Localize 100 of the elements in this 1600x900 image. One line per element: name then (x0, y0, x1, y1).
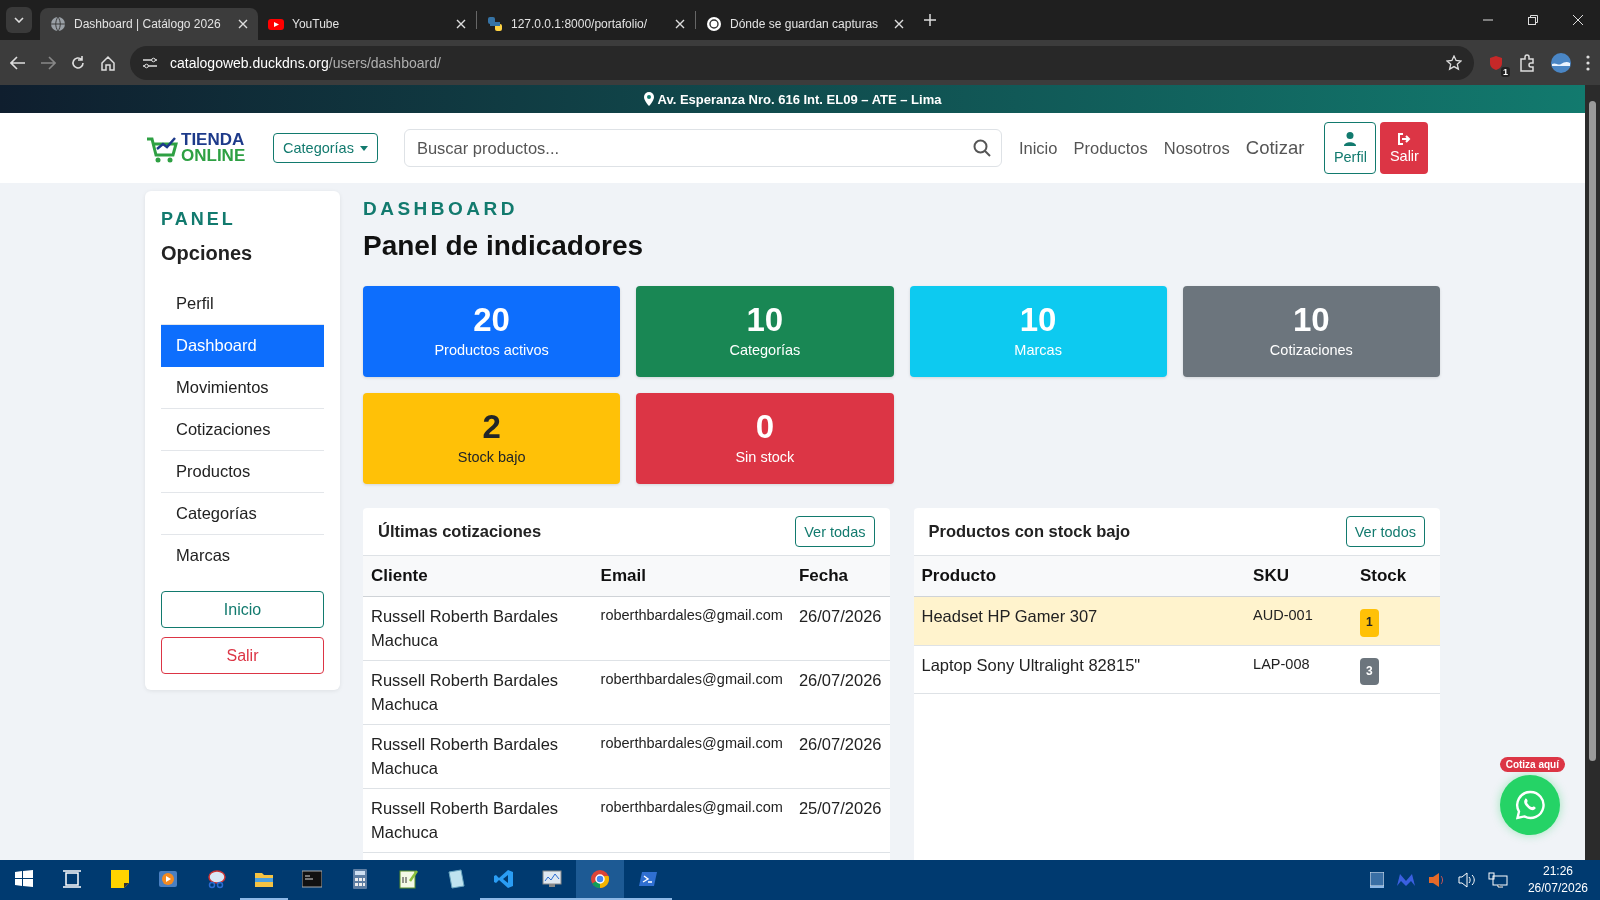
column-header: Email (592, 556, 791, 597)
play-icon (158, 869, 178, 889)
scrollbar[interactable] (1585, 85, 1600, 860)
stat-label: Categorías (729, 341, 801, 358)
sidebar-item[interactable]: Cotizaciones (161, 409, 324, 451)
puzzle-icon[interactable] (1518, 53, 1536, 72)
logout-button[interactable]: Salir (1380, 122, 1429, 174)
logout-button[interactable]: Salir (161, 637, 324, 674)
windows-icon (14, 869, 34, 889)
sidebar-item[interactable]: Productos (161, 451, 324, 493)
stat-label: Sin stock (735, 448, 795, 465)
speaker-icon[interactable] (1427, 872, 1446, 888)
view-all-button[interactable]: Ver todas (795, 516, 875, 547)
table-cell: roberthbardales@gmail.com (592, 788, 791, 853)
table-cell: Russell Roberth Bardales Machuca (363, 596, 593, 661)
globe-icon (50, 16, 66, 32)
close-icon[interactable] (894, 19, 904, 29)
calculator-icon (350, 869, 370, 889)
forward-icon[interactable] (40, 55, 56, 70)
extension-badge: 1 (1501, 66, 1510, 77)
profile-button[interactable]: Perfil (1324, 122, 1377, 174)
stat-value: 2 (482, 408, 501, 445)
stat-label: Stock bajo (457, 448, 526, 465)
note-icon (110, 869, 130, 889)
python-icon (487, 16, 503, 32)
back-icon[interactable] (10, 55, 26, 70)
stat-value: 0 (755, 408, 775, 445)
table-cell: AUD-001 (1245, 596, 1352, 645)
table-cell: roberthbardales@gmail.com (592, 596, 791, 661)
home-button[interactable]: Inicio (161, 591, 324, 628)
close-icon[interactable] (675, 19, 685, 29)
quote-badge: Cotiza aquí (1499, 757, 1565, 772)
stock-badge: 1 (1359, 609, 1379, 637)
search-field[interactable]: Buscar productos... (403, 129, 1002, 167)
nav-link[interactable]: Nosotros (1163, 138, 1230, 158)
task-view-icon (62, 869, 82, 889)
column-header: Fecha (790, 556, 890, 597)
close-icon[interactable] (1572, 15, 1583, 25)
star-icon[interactable] (1446, 54, 1462, 71)
sidebar-item[interactable]: Categorías (161, 493, 324, 535)
shield-icon[interactable] (1488, 54, 1504, 71)
sidebar-item[interactable]: Dashboard (161, 325, 324, 367)
address-text: Av. Esperanza Nro. 616 Int. EL09 – ATE – Lima (657, 91, 942, 107)
stat-value: 10 (1293, 301, 1330, 338)
close-icon[interactable] (456, 19, 466, 29)
browser-icon (590, 869, 610, 889)
sidebar-item[interactable]: Marcas (161, 535, 324, 576)
terminal-icon (302, 869, 322, 889)
browser-tab[interactable]: Dashboard | Catálogo 2026 (40, 8, 258, 40)
scroll-thumb[interactable] (1589, 101, 1596, 761)
home-icon[interactable] (100, 54, 116, 71)
restore-icon[interactable] (1527, 15, 1538, 25)
volume-icon[interactable] (1457, 872, 1476, 888)
table-cell: LAP-008 (1245, 645, 1352, 694)
logo[interactable]: TIENDA ONLINE (145, 130, 250, 166)
user-icon (1344, 131, 1357, 146)
table-cell: Russell Roberth Bardales Machuca (363, 724, 593, 789)
new-tab-icon[interactable] (924, 14, 936, 26)
table-cell: Laptop Sony Ultralight 82815" (913, 645, 1246, 694)
more-icon[interactable] (1586, 54, 1590, 71)
table-cell: roberthbardales@gmail.com (592, 724, 791, 789)
clock[interactable]: 21:26 26/07/2026 (1527, 863, 1588, 897)
table-cell: Russell Roberth Bardales Machuca (363, 788, 593, 853)
avatar-icon[interactable] (1550, 51, 1572, 74)
page-title: Panel de indicadores (363, 230, 645, 262)
map-pin-icon (643, 92, 654, 106)
logo-text: ONLINE (181, 148, 246, 164)
nav-link[interactable]: Productos (1073, 138, 1148, 158)
sidebar-item[interactable]: Movimientos (161, 367, 324, 409)
shell-icon (638, 869, 658, 889)
table-cell: 26/07/2026 (790, 724, 890, 789)
reload-icon[interactable] (70, 54, 86, 71)
play-icon (268, 16, 284, 32)
sidebar-title: Opciones (161, 242, 254, 265)
notepad-icon (398, 869, 418, 889)
nav-link[interactable]: Inicio (1018, 138, 1058, 158)
view-all-button[interactable]: Ver todos (1345, 516, 1425, 547)
clock-time: 21:26 (1542, 863, 1573, 880)
section-label: DASHBOARD (363, 198, 519, 220)
table-cell: 25/07/2026 (790, 788, 890, 853)
code-editor-icon (494, 869, 514, 889)
column-header: SKU (1245, 556, 1352, 597)
stat-value: 10 (746, 301, 784, 338)
chevron-down-icon (14, 17, 24, 23)
network-icon[interactable] (1487, 872, 1508, 888)
tab-list-button[interactable] (6, 7, 32, 33)
search-icon[interactable] (972, 139, 991, 157)
notepad-icon (446, 869, 466, 889)
stat-label: Marcas (1014, 341, 1062, 358)
table-cell: 26/07/2026 (790, 660, 890, 725)
browser-tab[interactable]: Dónde se guardan capturas (696, 8, 914, 40)
stat-value: 20 (473, 301, 510, 338)
nav-link[interactable]: Cotizar (1245, 137, 1305, 159)
column-header: Producto (913, 556, 1246, 597)
browser-tab[interactable]: 127.0.0.1:8000/portafolio/ (477, 8, 695, 40)
browser-tab[interactable]: YouTube (258, 8, 476, 40)
categories-dropdown[interactable]: Categorías (273, 133, 378, 163)
stat-value: 10 (1019, 301, 1057, 338)
address-bar[interactable]: catalogoweb.duckdns.org/users/dashboard/ (130, 45, 1474, 80)
close-icon[interactable] (238, 19, 248, 29)
